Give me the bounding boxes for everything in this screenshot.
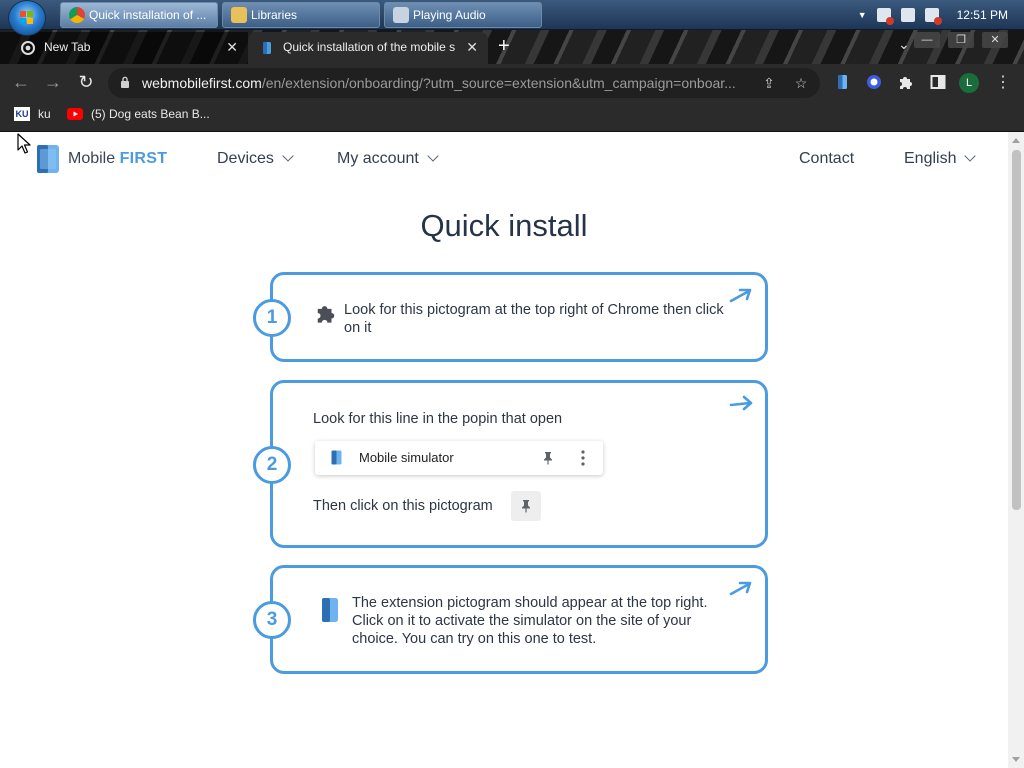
minimize-icon[interactable]: — xyxy=(914,32,940,48)
scrollbar-thumb[interactable] xyxy=(1012,150,1021,510)
clock[interactable]: 12:51 PM xyxy=(957,8,1008,22)
mobile-first-favicon xyxy=(263,42,271,54)
start-button[interactable] xyxy=(8,0,46,36)
mobile-first-extension-icon[interactable] xyxy=(834,74,850,90)
volume-icon[interactable] xyxy=(924,8,942,25)
window-controls: — ❐ ✕ xyxy=(914,32,1008,48)
puzzle-piece-icon xyxy=(317,306,335,323)
bookmark-youtube[interactable]: (5) Dog eats Bean B... xyxy=(67,101,210,127)
tab-new-tab[interactable]: New Tab ✕ xyxy=(0,32,248,64)
step-card-2: 2 Look for this line in the popin that o… xyxy=(253,380,768,548)
step-number: 1 xyxy=(253,299,291,337)
address-bar[interactable]: webmobilefirst.com/en/extension/onboardi… xyxy=(108,68,820,98)
pin-pictogram-example xyxy=(511,491,541,521)
site-logo-text[interactable]: Mobile FIRST xyxy=(68,150,167,168)
taskbar-item-label: Quick installation of ... xyxy=(89,8,207,22)
restore-icon[interactable]: ❐ xyxy=(948,32,974,48)
step-1-text: Look for this pictogram at the top right… xyxy=(344,302,724,336)
chrome-icon xyxy=(21,41,35,55)
taskbar-item-audio[interactable]: Playing Audio xyxy=(384,2,542,28)
tab-quick-installation[interactable]: Quick installation of the mobile s ✕ xyxy=(248,32,488,64)
media-player-icon xyxy=(393,7,409,23)
popin-row-example: Mobile simulator xyxy=(315,441,603,475)
tab-title: New Tab xyxy=(44,40,91,54)
url-text[interactable]: webmobilefirst.com/en/extension/onboardi… xyxy=(142,68,742,98)
extensions-puzzle-icon[interactable] xyxy=(898,74,914,90)
scroll-down-icon[interactable] xyxy=(1012,757,1020,762)
mobile-first-extension-icon xyxy=(331,450,342,465)
back-icon[interactable]: ← xyxy=(10,71,32,93)
mobile-first-logo-icon[interactable] xyxy=(36,144,60,174)
tab-search-chevron-icon[interactable]: ⌄ xyxy=(898,36,910,53)
windows-taskbar: Quick installation of ... Libraries Play… xyxy=(0,0,1024,36)
vpn-extension-icon[interactable] xyxy=(866,74,882,90)
bookmark-label: (5) Dog eats Bean B... xyxy=(91,107,210,121)
page-scrollbar[interactable] xyxy=(1008,132,1024,768)
nav-devices[interactable]: Devices xyxy=(217,150,294,168)
chrome-icon xyxy=(69,7,85,23)
browser-toolbar: ← → ↻ webmobilefirst.com/en/extension/on… xyxy=(0,64,1024,101)
nav-contact[interactable]: Contact xyxy=(799,150,854,168)
close-tab-icon[interactable]: ✕ xyxy=(466,32,478,62)
mouse-cursor-icon xyxy=(17,133,31,154)
more-vertical-icon xyxy=(581,450,585,466)
taskbar-item-chrome[interactable]: Quick installation of ... xyxy=(60,2,218,28)
browser-menu-icon[interactable]: ⋮ xyxy=(995,72,1011,92)
bookmarks-bar: KU ku (5) Dog eats Bean B... xyxy=(0,101,1024,132)
tray-expand-icon[interactable]: ▼ xyxy=(858,10,867,20)
nav-my-account[interactable]: My account xyxy=(337,150,439,168)
close-tab-icon[interactable]: ✕ xyxy=(226,32,238,62)
system-tray: ▼ 12:51 PM xyxy=(858,0,1024,30)
step-2-text-top: Look for this line in the popin that ope… xyxy=(313,411,563,427)
language-selector[interactable]: English xyxy=(904,150,977,168)
web-page: Mobile FIRST Devices My account Contact … xyxy=(0,132,1024,768)
site-header: Mobile FIRST Devices My account Contact … xyxy=(0,132,1008,186)
step-number: 3 xyxy=(253,601,291,639)
taskbar-item-libraries[interactable]: Libraries xyxy=(222,2,380,28)
scroll-up-icon[interactable] xyxy=(1012,138,1020,143)
step-card-3: 3 The extension pictogram should appear … xyxy=(253,565,768,674)
step-2-text-bottom: Then click on this pictogram xyxy=(313,498,493,514)
taskbar-item-label: Playing Audio xyxy=(413,8,486,22)
chevron-down-icon xyxy=(427,150,439,162)
reload-icon[interactable]: ↻ xyxy=(75,71,97,93)
new-tab-button[interactable]: + xyxy=(498,36,510,56)
step-3-text: The extension pictogram should appear at… xyxy=(352,595,708,647)
action-center-icon[interactable] xyxy=(876,8,894,25)
step-card-1: 1 Look for this pictogram at the top rig… xyxy=(253,272,768,362)
bookmark-star-icon[interactable]: ☆ xyxy=(793,75,809,91)
share-icon[interactable]: ⇪ xyxy=(761,75,777,91)
lock-icon[interactable] xyxy=(120,76,130,88)
network-icon[interactable] xyxy=(900,8,915,22)
ku-favicon: KU xyxy=(14,107,30,121)
taskbar-item-label: Libraries xyxy=(251,8,298,22)
close-window-icon[interactable]: ✕ xyxy=(982,32,1008,48)
mobile-first-extension-icon xyxy=(322,598,338,622)
youtube-icon xyxy=(67,108,83,120)
page-title: Quick install xyxy=(420,208,588,243)
step-number: 2 xyxy=(253,446,291,484)
forward-icon[interactable]: → xyxy=(42,71,64,93)
pin-icon xyxy=(544,452,552,465)
tab-title: Quick installation of the mobile s xyxy=(283,40,456,54)
side-panel-icon[interactable] xyxy=(930,74,946,90)
bookmark-label: ku xyxy=(38,107,51,121)
profile-avatar[interactable]: L xyxy=(959,73,979,93)
bookmark-ku[interactable]: KU ku xyxy=(14,101,51,127)
arrow-up-right-icon xyxy=(729,395,753,411)
tab-strip: New Tab ✕ Quick installation of the mobi… xyxy=(0,30,1024,64)
popin-row-label: Mobile simulator xyxy=(359,450,454,465)
pin-icon xyxy=(522,500,530,513)
chevron-down-icon xyxy=(282,150,294,162)
windows-logo-icon xyxy=(20,11,34,25)
folder-icon xyxy=(231,7,247,23)
chevron-down-icon xyxy=(964,150,977,162)
